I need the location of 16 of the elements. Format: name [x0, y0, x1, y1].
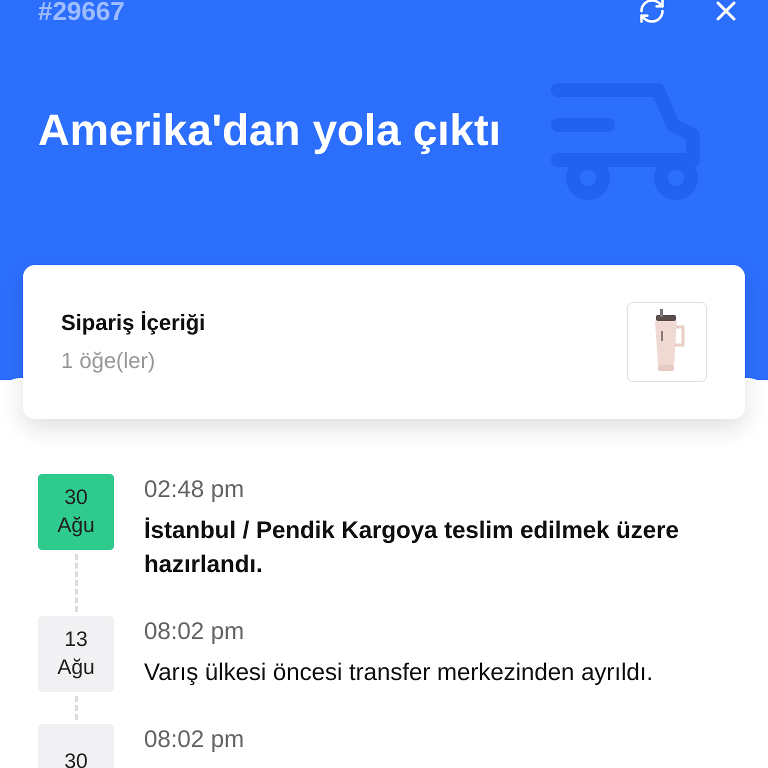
date-day: 30 — [64, 750, 88, 768]
date-month: Ağu — [57, 514, 95, 538]
order-contents-card[interactable]: Sipariş İçeriği 1 öğe(ler) — [23, 265, 745, 419]
date-month: Ağu — [57, 656, 95, 680]
event-description: İstanbul / Pendik Kargoya teslim edilmek üzere hazırlandı. — [144, 516, 680, 580]
event-time: 02:48 pm — [144, 476, 246, 504]
event-time: 08:02 pm — [144, 726, 244, 754]
date-day: 30 — [64, 486, 88, 510]
order-number: #29667 — [38, 0, 125, 22]
event-time: 08:02 pm — [144, 618, 246, 646]
event-description: Varış ülkesi öncesi transfer merkezinden ayrıldı. — [144, 658, 654, 688]
item-count: 1 öğe(ler) — [61, 348, 156, 374]
card-title: Sipariş İçeriği — [61, 310, 206, 336]
status-title: Amerika'dan yola çıktı — [38, 106, 502, 156]
refresh-button[interactable] — [638, 0, 666, 25]
date-day: 13 — [64, 628, 88, 652]
